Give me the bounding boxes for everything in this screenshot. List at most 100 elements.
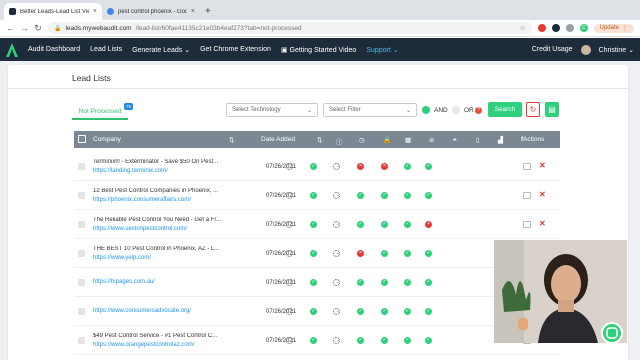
chat-icon (606, 327, 618, 339)
browser-tab-google[interactable]: pest control phoenix - Google Se × (102, 3, 200, 20)
check-icon: ✓ (404, 308, 411, 315)
company-url-link[interactable]: https://www.sextonpestcontrol.com/ (93, 226, 187, 232)
check-icon: ✓ (381, 337, 388, 344)
update-label: Update (599, 25, 619, 31)
forward-icon[interactable]: → (20, 23, 29, 33)
nav-generate-leads-label: Generate Leads (132, 46, 183, 54)
credit-usage-link[interactable]: Credit Usage (532, 46, 573, 53)
nav-support[interactable]: Support ⌄ (366, 46, 398, 54)
company-name: $49 Pest Control Service - #1 Pest Contr… (93, 333, 218, 339)
mobile-icon: ▯ (476, 137, 480, 144)
new-tab-icon[interactable]: + (205, 6, 211, 17)
tab-not-processed[interactable]: Not Processed (72, 108, 128, 120)
sort-icon[interactable]: ⇅ (229, 136, 234, 144)
row-checkbox[interactable] (78, 279, 85, 286)
loading-icon (333, 250, 340, 257)
nav-generate-leads[interactable]: Generate Leads ⌄ (132, 46, 190, 54)
loading-icon (286, 308, 293, 315)
loading-icon (286, 192, 293, 199)
check-icon: ✓ (310, 279, 317, 286)
search-button[interactable]: Search (488, 102, 522, 117)
chevron-down-icon: ⌄ (392, 46, 399, 54)
check-icon: ✓ (404, 192, 411, 199)
more-menu-icon: ⋮ (622, 25, 628, 32)
delete-icon[interactable]: ✕ (539, 161, 546, 170)
user-menu[interactable]: Christine ⌄ (599, 46, 634, 54)
check-icon: ✓ (404, 221, 411, 228)
sort-icon[interactable]: ⇅ (317, 136, 322, 144)
row-checkbox[interactable] (78, 192, 85, 199)
and-radio[interactable] (422, 106, 430, 114)
company-url-link[interactable]: https://www.consumersadvocate.org/ (93, 308, 191, 314)
cross-icon: × (381, 163, 388, 170)
row-checkbox[interactable] (78, 221, 85, 228)
ranking-icon: ▟ (498, 137, 503, 144)
loading-icon (333, 221, 340, 228)
company-url-link[interactable]: https://landing.terminix.com/ (93, 168, 168, 174)
nav-lead-lists[interactable]: Lead Lists (90, 46, 122, 53)
loading-icon (333, 308, 340, 315)
column-company[interactable]: Company (93, 136, 121, 143)
check-icon: ✓ (310, 163, 317, 170)
chevron-down-icon: ⌄ (405, 107, 411, 114)
extension-icon[interactable] (551, 24, 560, 32)
url-path: /lead-list/60fae41135c21e03b4eaf273?tab=… (135, 24, 302, 32)
star-icon[interactable]: ☆ (520, 24, 526, 32)
company-url-link[interactable]: https://www.orangepestcontrolaz.com/ (93, 342, 194, 348)
browser-tab-title: pest control phoenix - Google Se (118, 8, 187, 15)
check-icon: ✓ (404, 279, 411, 286)
close-tab-icon[interactable]: × (93, 8, 97, 15)
column-actions: Actions (523, 136, 545, 143)
select-technology[interactable]: Select Technology ⌄ (226, 103, 318, 117)
table-row: Terminix® - Exterminator - Save $50 On P… (74, 153, 560, 181)
row-checkbox[interactable] (78, 250, 85, 257)
help-icon[interactable]: ? (475, 107, 482, 114)
row-checkbox[interactable] (78, 337, 85, 344)
user-avatar[interactable] (580, 44, 591, 55)
google-favicon-icon (107, 8, 114, 15)
check-icon: ✓ (381, 192, 388, 199)
loading-icon (333, 192, 340, 199)
app-logo-icon[interactable] (6, 42, 18, 57)
row-checkbox[interactable] (78, 163, 85, 170)
view-details-icon[interactable] (523, 192, 531, 199)
nav-audit-dashboard[interactable]: Audit Dashboard (28, 46, 80, 53)
and-label: AND (434, 107, 448, 114)
select-filter-placeholder: Select Filter (329, 107, 361, 113)
select-filter[interactable]: Select Filter ⌄ (323, 103, 417, 117)
reload-icon[interactable]: ↻ (34, 23, 42, 34)
delete-icon[interactable]: ✕ (539, 219, 546, 228)
nav-getting-started-video[interactable]: ▣ Getting Started Video (281, 46, 356, 54)
check-icon: ✓ (425, 279, 432, 286)
reset-icon[interactable]: ↻ (526, 102, 540, 117)
company-url-link[interactable]: https://phoenix.consumeraffairs.com/ (93, 197, 191, 203)
company-url-link[interactable]: https://hipages.com.au/ (93, 279, 155, 285)
back-icon[interactable]: ← (6, 23, 15, 33)
row-checkbox[interactable] (78, 308, 85, 315)
table-header: Company ⇅ Date Added ⇅ ⓘ ◷ 🔒 ▦ ⊘ ⚭ ▯ ▟ f… (74, 131, 560, 148)
export-sheet-icon[interactable]: ▤ (545, 102, 559, 117)
extension-icon[interactable] (565, 24, 574, 32)
table-row: https://www.consumersadvocate.org/07/26/… (74, 298, 560, 326)
view-details-icon[interactable] (523, 163, 531, 170)
loading-icon (286, 163, 293, 170)
select-all-checkbox[interactable] (78, 135, 86, 143)
check-icon: ✓ (357, 192, 364, 199)
extension-icon[interactable] (537, 24, 546, 32)
close-tab-icon[interactable]: × (191, 8, 195, 15)
delete-icon[interactable]: ✕ (539, 190, 546, 199)
nav-chrome-extension[interactable]: Get Chrome Extension (200, 46, 271, 53)
url-field[interactable]: 🔒 leads.mywebaudit.com/lead-list/60fae41… (48, 22, 532, 34)
browser-tab-title: Better Leads-Lead List View (20, 8, 89, 15)
view-details-icon[interactable] (523, 221, 531, 228)
profile-avatar[interactable]: C (579, 24, 588, 32)
company-url-link[interactable]: https://www.yelp.com/ (93, 255, 151, 261)
chat-widget-button[interactable] (601, 322, 623, 344)
column-date-added[interactable]: Date Added (261, 136, 295, 143)
company-name: 12 Best Pest Control Companies in Phoeni… (93, 188, 219, 194)
check-icon: ✓ (381, 279, 388, 286)
table-row: The Reliable Pest Control You Need - Get… (74, 211, 560, 239)
browser-tab-lead-list[interactable]: Better Leads-Lead List View × (4, 3, 102, 20)
update-button[interactable]: Update ⋮ (593, 23, 634, 33)
or-radio[interactable] (452, 106, 460, 114)
